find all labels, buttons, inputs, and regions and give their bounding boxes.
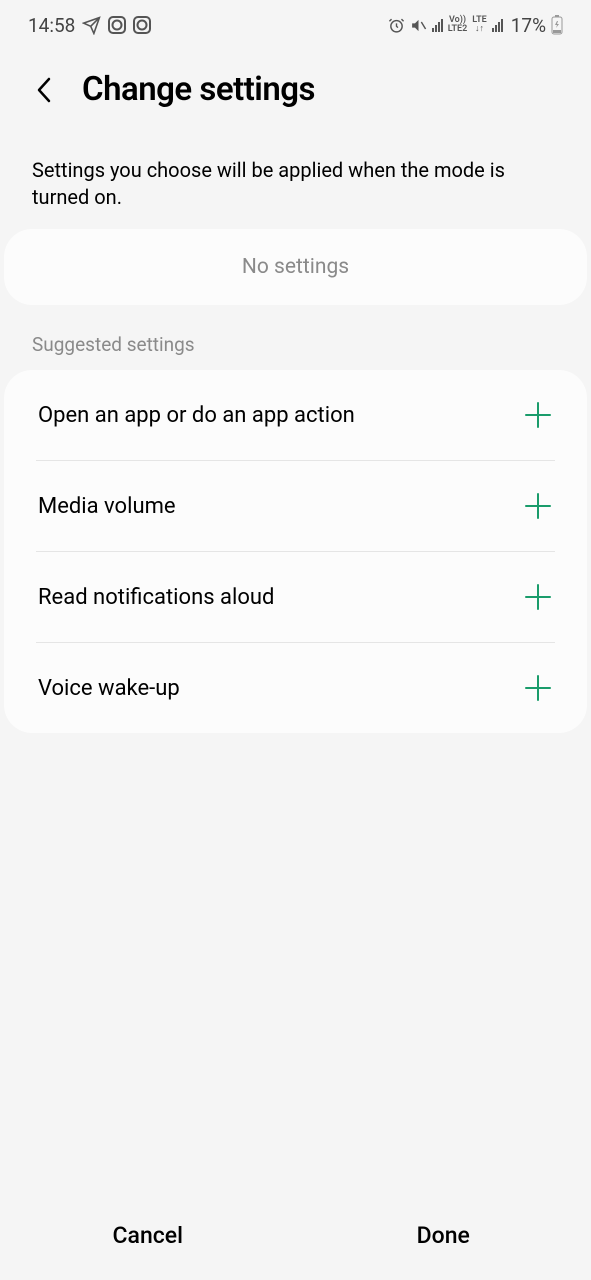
- bottom-bar: Cancel Done: [0, 1190, 591, 1280]
- chevron-left-icon: [36, 77, 52, 103]
- setting-label: Read notifications aloud: [38, 585, 274, 610]
- setting-label: Media volume: [38, 494, 176, 519]
- instagram-icon: [108, 16, 126, 34]
- alarm-icon: [388, 17, 405, 34]
- plus-icon: [524, 401, 552, 429]
- page-title: Change settings: [82, 70, 315, 109]
- add-button[interactable]: [523, 582, 553, 612]
- settings-description: Settings you choose will be applied when…: [0, 139, 591, 229]
- back-button[interactable]: [30, 76, 58, 104]
- suggested-settings-card: Open an app or do an app action Media vo…: [4, 370, 587, 733]
- setting-row-media-volume[interactable]: Media volume: [4, 461, 587, 551]
- setting-row-voice-wakeup[interactable]: Voice wake-up: [4, 643, 587, 733]
- volte-icon: Vo)) LTE2: [448, 16, 468, 34]
- lte-icon: LTE ↓↑: [472, 16, 486, 34]
- mute-icon: [410, 17, 427, 34]
- status-right: Vo)) LTE2 LTE ↓↑ 17%: [388, 14, 563, 37]
- setting-row-read-notifications[interactable]: Read notifications aloud: [4, 552, 587, 642]
- signal-icon: [432, 18, 443, 32]
- add-button[interactable]: [523, 491, 553, 521]
- setting-label: Voice wake-up: [38, 676, 180, 701]
- add-button[interactable]: [523, 400, 553, 430]
- plus-icon: [524, 492, 552, 520]
- battery-percent: 17%: [511, 14, 546, 37]
- signal-icon-2: [492, 18, 503, 32]
- status-bar: 14:58 Vo)) LTE2 LTE ↓↑ 17%: [0, 0, 591, 50]
- no-settings-card: No settings: [4, 229, 587, 305]
- add-button[interactable]: [523, 673, 553, 703]
- instagram-icon: [133, 16, 151, 34]
- plus-icon: [524, 583, 552, 611]
- cancel-button[interactable]: Cancel: [0, 1190, 296, 1280]
- plus-icon: [524, 674, 552, 702]
- status-time: 14:58: [28, 14, 75, 37]
- setting-label: Open an app or do an app action: [38, 403, 355, 428]
- header: Change settings: [0, 50, 591, 139]
- suggested-settings-label: Suggested settings: [0, 333, 591, 370]
- done-button[interactable]: Done: [296, 1190, 591, 1280]
- telegram-icon: [82, 16, 101, 35]
- status-left: 14:58: [28, 14, 151, 37]
- battery-icon: [551, 15, 563, 35]
- setting-row-open-app[interactable]: Open an app or do an app action: [4, 370, 587, 460]
